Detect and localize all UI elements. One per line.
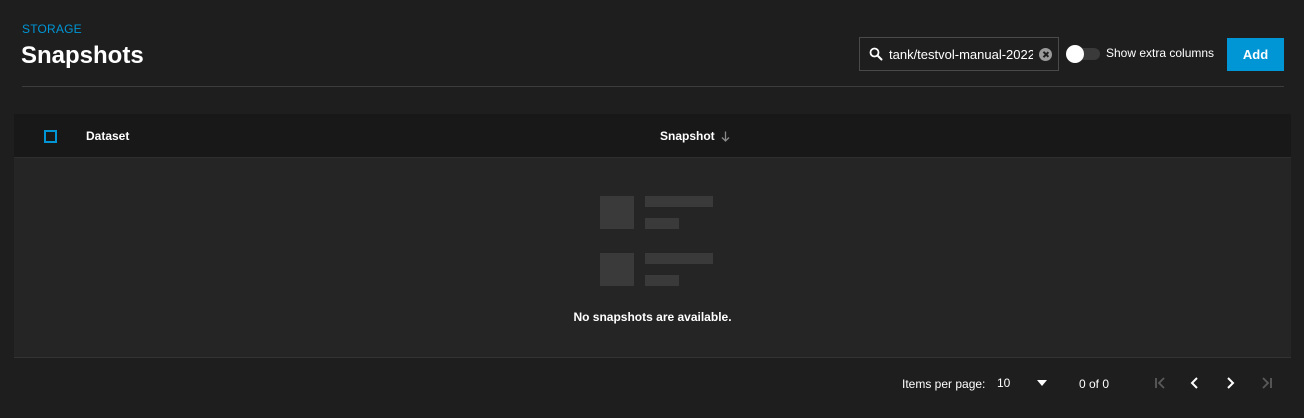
column-header-dataset[interactable]: Dataset	[86, 129, 129, 143]
table-header: Dataset Snapshot	[14, 114, 1291, 158]
toggle-thumb	[1066, 45, 1084, 63]
items-per-page-select[interactable]: 10	[997, 372, 1047, 394]
chevron-right-icon	[1227, 377, 1235, 389]
last-page-button[interactable]	[1255, 372, 1277, 394]
first-page-icon	[1155, 377, 1165, 389]
arrow-down-icon	[721, 131, 730, 142]
column-header-snapshot-label: Snapshot	[660, 129, 715, 143]
last-page-icon	[1262, 377, 1272, 389]
search-box[interactable]	[859, 37, 1059, 71]
chevron-left-icon	[1190, 377, 1198, 389]
clear-search-icon[interactable]	[1039, 47, 1052, 61]
search-icon	[869, 47, 883, 61]
dropdown-arrow-icon	[1037, 380, 1047, 386]
first-page-button[interactable]	[1150, 372, 1172, 394]
table-body: No snapshots are available.	[14, 158, 1291, 357]
search-input[interactable]	[883, 38, 1039, 70]
next-page-button[interactable]	[1219, 372, 1241, 394]
page-title: Snapshots	[21, 42, 144, 69]
paginator: Items per page: 10 0 of 0	[14, 357, 1291, 408]
empty-table-icon	[600, 196, 713, 286]
add-button[interactable]: Add	[1227, 38, 1284, 71]
items-per-page-value: 10	[997, 376, 1011, 390]
items-per-page-label: Items per page:	[902, 377, 986, 391]
extra-columns-label[interactable]: Show extra columns	[1106, 46, 1214, 60]
column-header-snapshot[interactable]: Snapshot	[660, 129, 730, 143]
breadcrumb[interactable]: STORAGE	[22, 22, 82, 36]
extra-columns-toggle[interactable]	[1066, 45, 1100, 63]
empty-message: No snapshots are available.	[573, 310, 732, 324]
select-all-checkbox[interactable]	[44, 130, 57, 143]
previous-page-button[interactable]	[1184, 372, 1206, 394]
range-label: 0 of 0	[1079, 377, 1110, 391]
header-divider	[22, 86, 1284, 87]
snapshots-page: STORAGE Snapshots Show extra columns Add…	[0, 0, 1304, 418]
